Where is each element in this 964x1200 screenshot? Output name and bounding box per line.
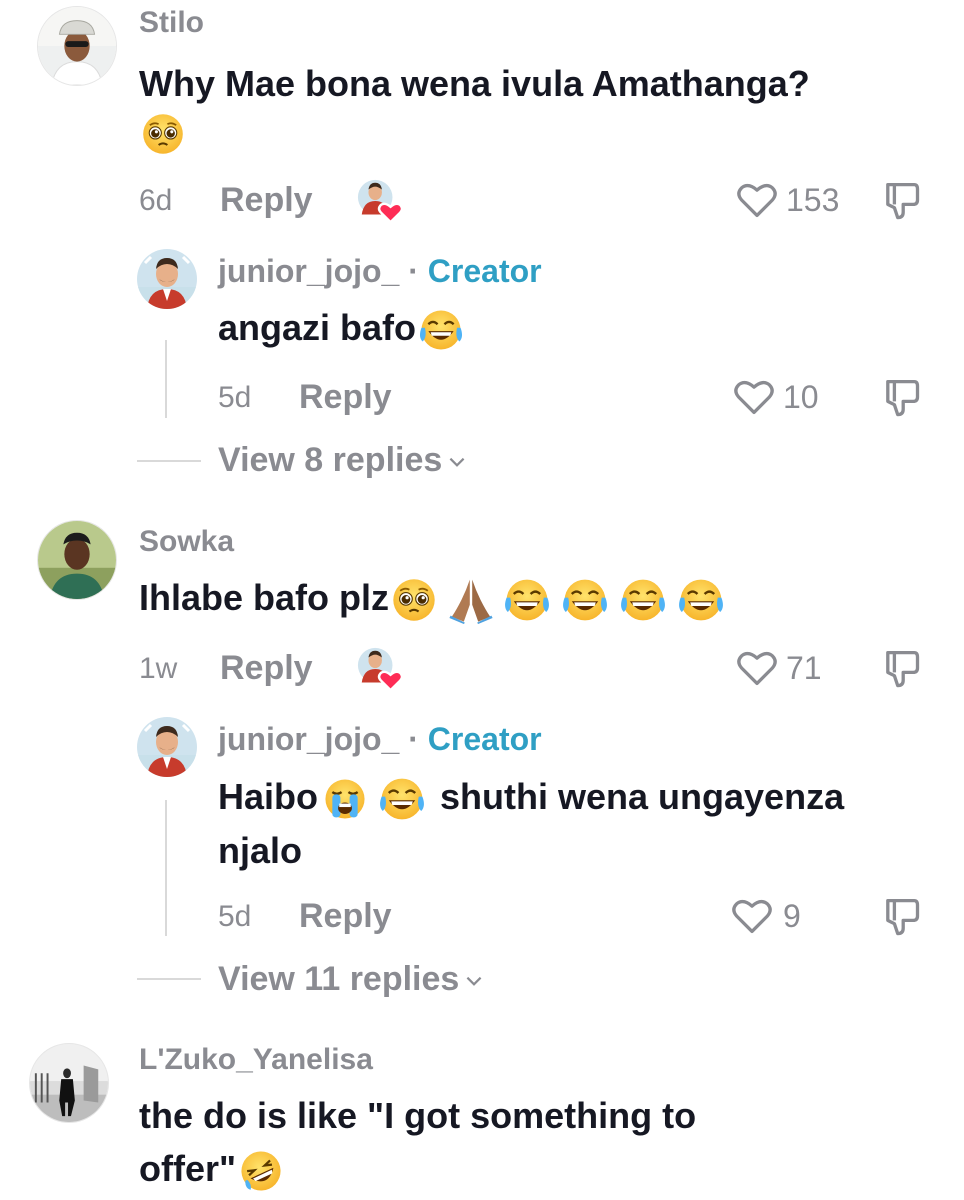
avatar[interactable] — [137, 249, 197, 309]
like-heart-icon[interactable] — [735, 178, 779, 222]
dislike-icon[interactable] — [879, 646, 923, 690]
reply-text: Haibo shuthi wena ungayenza — [218, 772, 844, 823]
pleading-face-emoji — [141, 112, 185, 156]
comment-username[interactable]: L'Zuko_Yanelisa — [139, 1045, 373, 1075]
view-replies-button[interactable]: View 8 replies — [218, 443, 468, 477]
comment-text-line2: offer" — [139, 1144, 284, 1194]
reply-text-body: angazi bafo — [218, 307, 417, 348]
reply-button[interactable]: Reply — [220, 183, 313, 217]
like-count: 9 — [783, 898, 801, 934]
thread-line — [165, 340, 167, 418]
reply-button[interactable]: Reply — [220, 651, 313, 685]
like-heart-icon[interactable] — [735, 646, 779, 690]
comment-time: 1w — [139, 652, 178, 685]
crying-face-emoji — [322, 776, 368, 822]
reply-text-line2: njalo — [218, 830, 303, 871]
reply-username-line: junior_jojo_ · Creator — [218, 255, 542, 287]
reply-button[interactable]: Reply — [299, 899, 392, 933]
comment-text-body: Ihlabe bafo plz — [139, 577, 390, 618]
comment-text: the do is like "I got something to — [139, 1095, 697, 1136]
comment-username[interactable]: Stilo — [139, 8, 204, 38]
folded-hands-emoji — [447, 576, 495, 624]
avatar[interactable] — [37, 520, 117, 600]
like-count: 153 — [786, 182, 840, 218]
separator: · — [408, 253, 419, 289]
reply-time: 5d — [218, 900, 252, 933]
creator-liked-icon — [356, 646, 404, 694]
tears-of-joy-emoji — [561, 576, 609, 624]
tears-of-joy-emoji — [378, 775, 426, 823]
comment-text: Ihlabe bafo plz — [139, 573, 725, 624]
reply-text-body: Haibo — [218, 776, 319, 817]
avatar[interactable] — [29, 1043, 109, 1123]
rofl-emoji — [238, 1148, 284, 1194]
tears-of-joy-emoji — [677, 576, 725, 624]
view-replies-label: View 8 replies — [218, 441, 443, 479]
comment-time: 6d — [139, 184, 173, 217]
like-heart-icon[interactable] — [732, 375, 776, 419]
view-replies-label: View 11 replies — [218, 960, 460, 998]
like-heart-icon[interactable] — [730, 894, 774, 938]
view-replies-button[interactable]: View 11 replies — [218, 962, 485, 996]
separator: · — [408, 721, 419, 757]
like-count: 71 — [786, 650, 822, 686]
pleading-face-emoji — [391, 577, 437, 623]
reply-username[interactable]: junior_jojo_ — [218, 721, 399, 757]
chevron-down-icon — [446, 451, 468, 473]
tears-of-joy-emoji — [418, 307, 464, 353]
avatar[interactable] — [37, 6, 117, 86]
comment-text-body: Why Mae bona wena ivula Amathanga? — [139, 63, 810, 104]
dislike-icon[interactable] — [879, 375, 923, 419]
view-replies-line — [137, 460, 201, 462]
dislike-icon[interactable] — [879, 178, 923, 222]
comment-username[interactable]: Sowka — [139, 527, 234, 557]
creator-liked-icon — [356, 178, 404, 226]
reply-time: 5d — [218, 381, 252, 414]
reply-button[interactable]: Reply — [299, 380, 392, 414]
comment-text: Why Mae bona wena ivula Amathanga? — [139, 59, 810, 109]
like-count: 10 — [783, 379, 819, 415]
tears-of-joy-emoji — [619, 576, 667, 624]
reply-username[interactable]: junior_jojo_ — [218, 253, 399, 289]
reply-text-continued: shuthi wena ungayenza — [440, 776, 845, 817]
comment-text-body: offer" — [139, 1148, 237, 1189]
creator-badge: Creator — [427, 721, 542, 757]
creator-badge: Creator — [427, 253, 542, 289]
view-replies-line — [137, 978, 201, 980]
reply-text: angazi bafo — [218, 303, 464, 353]
thread-line — [165, 800, 167, 936]
dislike-icon[interactable] — [879, 894, 923, 938]
reply-username-line: junior_jojo_ · Creator — [218, 723, 542, 755]
avatar[interactable] — [137, 717, 197, 777]
tears-of-joy-emoji — [503, 576, 551, 624]
chevron-down-icon — [463, 970, 485, 992]
